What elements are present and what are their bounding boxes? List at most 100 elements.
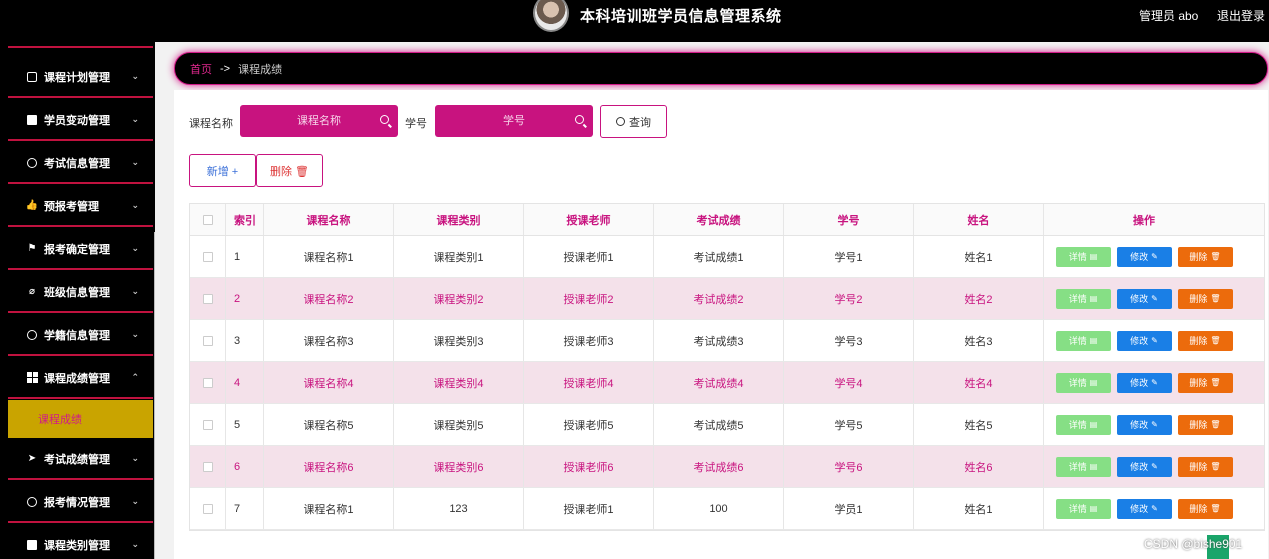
sidebar-item-registration-confirm[interactable]: ⚑ 报考确定管理 ⌄: [8, 229, 153, 270]
document-icon: ▤: [1089, 252, 1098, 261]
table-cell: 姓名1: [914, 236, 1044, 277]
chevron-down-icon: ⌄: [131, 243, 139, 253]
table-cell: 学号3: [784, 320, 914, 361]
detail-button[interactable]: 详情 ▤: [1055, 372, 1111, 393]
student-id-search-field[interactable]: [435, 105, 593, 137]
row-checkbox[interactable]: [202, 335, 213, 346]
avatar[interactable]: [533, 0, 569, 32]
column-header[interactable]: 考试成绩: [654, 204, 784, 235]
copy-icon: [26, 71, 38, 83]
sidebar-item-course-score[interactable]: 课程成绩管理 ⌃: [8, 358, 153, 399]
sidebar-item-course-plan[interactable]: 课程计划管理 ⌄: [8, 57, 153, 98]
edit-button-label: 修改: [1130, 252, 1149, 262]
chevron-down-icon: ⌄: [131, 114, 139, 124]
row-actions: 详情 ▤ 修改 ✎ 删除 🗑: [1044, 488, 1244, 529]
column-header[interactable]: 课程名称: [264, 204, 394, 235]
breadcrumb-home-link[interactable]: 首页: [190, 61, 212, 77]
edit-icon: ✎: [1151, 294, 1158, 303]
column-header[interactable]: 课程类别: [394, 204, 524, 235]
delete-button[interactable]: 删除 🗑: [1177, 414, 1233, 435]
delete-button[interactable]: 删除 🗑: [1177, 456, 1233, 477]
column-header[interactable]: 姓名: [914, 204, 1044, 235]
row-checkbox[interactable]: [202, 461, 213, 472]
detail-button[interactable]: 详情 ▤: [1055, 456, 1111, 477]
delete-button-label: 删除: [1189, 504, 1208, 514]
table-cell: 授课老师1: [524, 488, 654, 529]
edit-button[interactable]: 修改 ✎: [1116, 414, 1172, 435]
table-cell: 授课老师3: [524, 320, 654, 361]
sidebar-item-class-info[interactable]: ⌀ 班级信息管理 ⌄: [8, 272, 153, 313]
add-button[interactable]: 新增 +: [189, 154, 256, 187]
table-row[interactable]: 4 课程名称4 课程类别4 授课老师4 考试成绩4 学号4 姓名4 详情 ▤ 修改 ✎ 删除 🗑: [190, 362, 1264, 404]
column-header[interactable]: 索引: [226, 204, 264, 235]
sidebar-scrollbar[interactable]: [154, 232, 155, 559]
delete-button[interactable]: 删除 🗑: [1177, 372, 1233, 393]
column-header[interactable]: 学号: [784, 204, 914, 235]
sidebar-item-label: 学员变动管理: [44, 114, 110, 127]
table-cell: 课程类别3: [394, 320, 524, 361]
edit-button[interactable]: 修改 ✎: [1116, 498, 1172, 519]
table-cell: 授课老师1: [524, 236, 654, 277]
row-checkbox[interactable]: [202, 377, 213, 388]
detail-button[interactable]: 详情 ▤: [1055, 330, 1111, 351]
sidebar-item-exam-score[interactable]: ➤ 考试成绩管理 ⌄: [8, 439, 153, 480]
edit-button[interactable]: 修改 ✎: [1116, 246, 1172, 267]
table-cell: 授课老师2: [524, 278, 654, 319]
row-checkbox[interactable]: [202, 419, 213, 430]
table-cell: 学号5: [784, 404, 914, 445]
chevron-down-icon: ⌄: [131, 453, 139, 463]
table-row[interactable]: 2 课程名称2 课程类别2 授课老师2 考试成绩2 学号2 姓名2 详情 ▤ 修改 ✎ 删除 🗑: [190, 278, 1264, 320]
detail-button[interactable]: 详情 ▤: [1055, 288, 1111, 309]
sidebar-item-exam-info[interactable]: 考试信息管理 ⌄: [8, 143, 153, 184]
table-cell: 考试成绩3: [654, 320, 784, 361]
table-row[interactable]: 7 课程名称1 123 授课老师1 100 学员1 姓名1 详情 ▤ 修改 ✎ 删除 🗑: [190, 488, 1264, 530]
edit-button[interactable]: 修改 ✎: [1116, 372, 1172, 393]
sidebar-subitem-course-score[interactable]: 课程成绩: [8, 400, 153, 438]
sidebar-item-student-status[interactable]: 学籍信息管理 ⌄: [8, 315, 153, 356]
table-cell: 授课老师6: [524, 446, 654, 487]
detail-button-label: 详情: [1068, 420, 1087, 430]
query-button[interactable]: 查询: [600, 105, 667, 138]
detail-button-label: 详情: [1068, 504, 1087, 514]
sidebar-item-registration-status[interactable]: 报考情况管理 ⌄: [8, 482, 153, 523]
row-checkbox[interactable]: [202, 251, 213, 262]
chart-icon: [26, 114, 38, 126]
table-row[interactable]: 3 课程名称3 课程类别3 授课老师3 考试成绩3 学号3 姓名3 详情 ▤ 修改 ✎ 删除 🗑: [190, 320, 1264, 362]
course-name-label: 课程名称: [189, 118, 233, 130]
delete-button[interactable]: 删除 🗑: [1177, 288, 1233, 309]
table-cell: 授课老师5: [524, 404, 654, 445]
send-icon: ➤: [27, 453, 37, 464]
detail-button[interactable]: 详情 ▤: [1055, 498, 1111, 519]
table-row[interactable]: 1 课程名称1 课程类别1 授课老师1 考试成绩1 学号1 姓名1 详情 ▤ 修改 ✎ 删除 🗑: [190, 236, 1264, 278]
table-row[interactable]: 6 课程名称6 课程类别6 授课老师6 考试成绩6 学号6 姓名6 详情 ▤ 修改 ✎ 删除 🗑: [190, 446, 1264, 488]
delete-button[interactable]: 删除 🗑: [1177, 246, 1233, 267]
sidebar-item-label: 报考确定管理: [44, 243, 110, 256]
sidebar-item-pre-registration[interactable]: 👍 预报考管理 ⌄: [8, 186, 153, 227]
sidebar-item-label: 考试信息管理: [44, 157, 110, 170]
course-name-search-field[interactable]: [240, 105, 398, 137]
detail-button[interactable]: 详情 ▤: [1055, 246, 1111, 267]
delete-button[interactable]: 删除 🗑: [1177, 330, 1233, 351]
logout-link[interactable]: 退出登录: [1217, 7, 1265, 24]
edit-button[interactable]: 修改 ✎: [1116, 330, 1172, 351]
row-checkbox[interactable]: [202, 293, 213, 304]
sidebar-item-label: 学籍信息管理: [44, 329, 110, 342]
delete-button[interactable]: 删除 🗑: [1177, 498, 1233, 519]
course-name-input[interactable]: [240, 115, 398, 127]
batch-delete-button[interactable]: 删除 🗑: [256, 154, 323, 187]
edit-button-label: 修改: [1130, 504, 1149, 514]
table-row[interactable]: 5 课程名称5 课程类别5 授课老师5 考试成绩5 学号5 姓名5 详情 ▤ 修改 ✎ 删除 🗑: [190, 404, 1264, 446]
breadcrumb-current: 课程成绩: [238, 63, 283, 76]
detail-button[interactable]: 详情 ▤: [1055, 414, 1111, 435]
column-header[interactable]: 授课老师: [524, 204, 654, 235]
select-all-checkbox[interactable]: [202, 214, 213, 225]
delete-button-label: 删除: [1189, 252, 1208, 262]
flag-icon: ⚑: [27, 243, 37, 254]
sidebar-item-course-category[interactable]: 课程类别管理 ⌄: [8, 525, 153, 559]
sidebar-item-student-change[interactable]: 学员变动管理 ⌄: [8, 100, 153, 141]
student-id-input[interactable]: [435, 115, 593, 127]
edit-icon: ✎: [1151, 504, 1158, 513]
row-checkbox[interactable]: [202, 503, 213, 514]
edit-button[interactable]: 修改 ✎: [1116, 456, 1172, 477]
edit-button[interactable]: 修改 ✎: [1116, 288, 1172, 309]
